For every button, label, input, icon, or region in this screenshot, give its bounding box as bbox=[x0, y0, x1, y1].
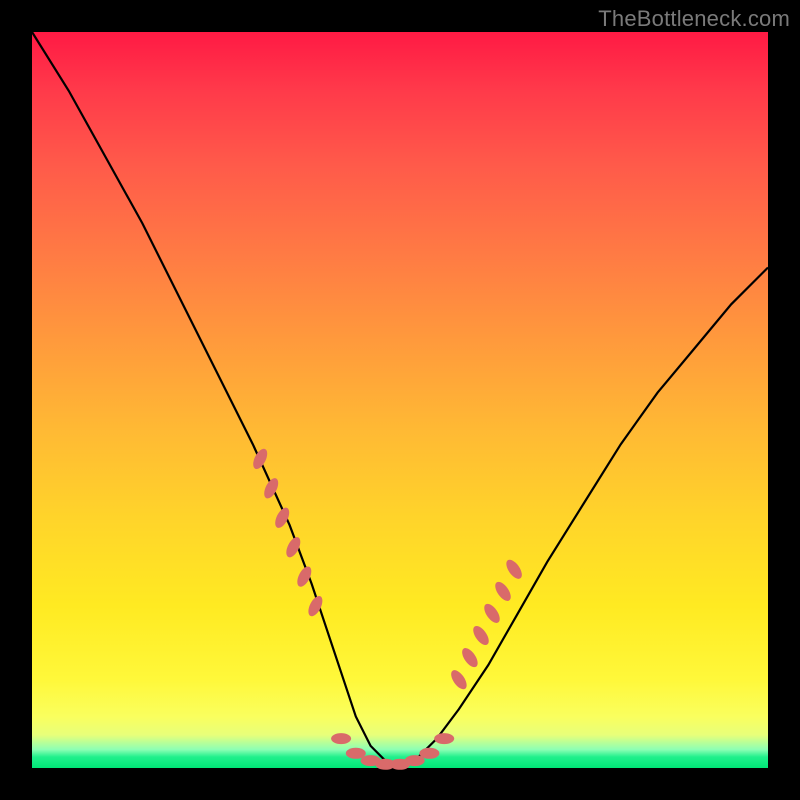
curve-svg bbox=[32, 32, 768, 768]
bottleneck-curve bbox=[32, 32, 768, 768]
curve-marker bbox=[346, 748, 366, 759]
plot-area bbox=[32, 32, 768, 768]
curve-marker bbox=[419, 748, 439, 759]
markers-right-arm bbox=[448, 557, 525, 692]
curve-marker bbox=[481, 601, 503, 625]
curve-marker bbox=[492, 579, 514, 603]
markers-valley bbox=[331, 733, 454, 770]
curve-marker bbox=[448, 668, 470, 692]
curve-marker bbox=[434, 733, 454, 744]
curve-marker bbox=[459, 645, 481, 669]
watermark-text: TheBottleneck.com bbox=[598, 6, 790, 32]
curve-marker bbox=[503, 557, 525, 581]
curve-marker bbox=[261, 476, 281, 501]
curve-marker bbox=[470, 623, 492, 647]
chart-frame: TheBottleneck.com bbox=[0, 0, 800, 800]
curve-marker bbox=[331, 733, 351, 744]
curve-marker bbox=[250, 447, 270, 472]
